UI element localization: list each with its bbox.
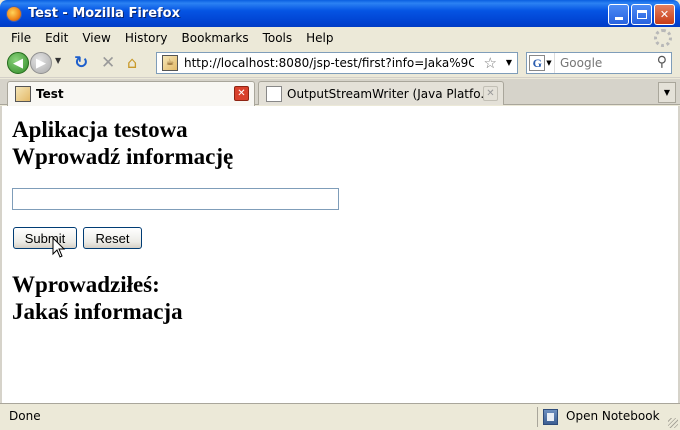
minimize-icon [614,17,623,20]
app-heading: Aplikacja testowa [12,117,188,142]
tab-favicon-icon [15,86,31,102]
info-input[interactable] [12,188,339,210]
search-icon[interactable]: ⚲ [657,54,667,70]
menu-tools[interactable]: Tools [256,31,300,45]
open-notebook-link[interactable]: Open Notebook [566,409,660,423]
entered-label: Wprowadziłeś: [12,272,160,297]
tab-close-button[interactable]: ✕ [483,86,498,101]
stop-button[interactable]: ✕ [101,53,115,73]
minimize-button[interactable] [608,4,629,25]
back-arrow-icon: ◀ [13,55,23,71]
notebook-icon[interactable] [543,409,558,425]
url-dropdown-icon[interactable]: ▼ [506,58,512,67]
menu-bookmarks[interactable]: Bookmarks [175,31,256,45]
window-title: Test - Mozilla Firefox [28,6,180,21]
address-bar[interactable]: ☕ http://localhost:8080/jsp-test/first?i… [156,52,518,74]
close-window-button[interactable]: ✕ [654,4,675,25]
reload-button[interactable]: ↻ [74,53,88,73]
status-text: Done [9,409,41,423]
title-bar[interactable]: Test - Mozilla Firefox ✕ [0,0,680,27]
history-dropdown-icon[interactable]: ▼ [55,56,61,65]
menu-history[interactable]: History [118,31,175,45]
menu-edit[interactable]: Edit [38,31,75,45]
google-icon: G [529,55,546,71]
maximize-icon [636,10,647,19]
submit-button[interactable]: Submit [13,227,77,249]
forward-button[interactable]: ▶ [30,52,52,74]
home-button[interactable]: ⌂ [127,53,137,72]
entered-value: Jakaś informacja [12,299,183,324]
document-icon [266,85,282,102]
search-bar: G ▼ ⚲ [526,52,672,74]
tab-outputstreamwriter[interactable]: OutputStreamWriter (Java Platfo... ✕ [258,81,504,105]
form-heading: Wprowadź informację [12,144,234,169]
tab-list-button[interactable]: ▼ [658,82,676,103]
tab-label: Test [36,87,64,101]
status-divider [537,407,538,427]
menu-bar: File Edit View History Bookmarks Tools H… [0,27,680,48]
throbber-icon [654,29,672,47]
status-bar: Done Open Notebook [0,403,680,430]
bookmark-star-icon[interactable]: ☆ [484,54,497,72]
navigation-toolbar: ◀ ▶ ▼ ↻ ✕ ⌂ ☕ http://localhost:8080/jsp-… [0,48,680,78]
reset-button[interactable]: Reset [83,227,142,249]
firefox-icon [6,5,22,22]
page-content: Aplikacja testowa Wprowadź informację Su… [0,106,680,403]
window-controls: ✕ [608,4,675,25]
address-url[interactable]: http://localhost:8080/jsp-test/first?inf… [184,56,474,70]
tab-test[interactable]: Test ✕ [7,81,255,106]
site-favicon-icon: ☕ [162,55,178,71]
resize-grip[interactable] [668,418,678,428]
menu-help[interactable]: Help [299,31,340,45]
chevron-down-icon: ▼ [663,88,671,97]
menu-view[interactable]: View [75,31,117,45]
menu-file[interactable]: File [4,31,38,45]
close-icon: ✕ [659,8,670,21]
back-button[interactable]: ◀ [7,52,29,74]
tab-strip: Test ✕ OutputStreamWriter (Java Platfo..… [0,79,680,106]
mouse-cursor-icon [52,237,66,258]
tab-label: OutputStreamWriter (Java Platfo... [287,86,492,101]
search-engine-selector[interactable]: G ▼ [527,53,555,73]
engine-dropdown-icon: ▼ [546,59,552,67]
maximize-button[interactable] [631,4,652,25]
search-input[interactable] [560,54,652,72]
forward-arrow-icon: ▶ [36,55,46,71]
tab-close-button[interactable]: ✕ [234,86,249,101]
